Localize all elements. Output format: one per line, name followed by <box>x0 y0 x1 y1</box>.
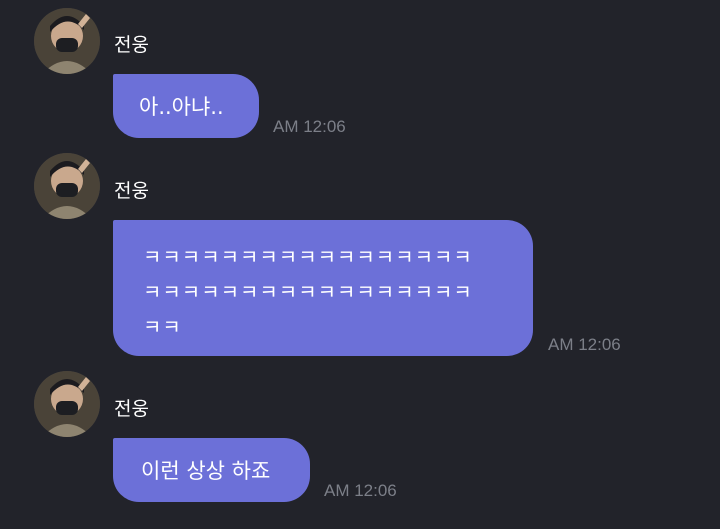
sender-name: 전웅 <box>114 180 149 202</box>
message-time: AM 12:06 <box>324 481 397 500</box>
message-time: AM 12:06 <box>273 117 346 136</box>
message-bubble[interactable]: 아..아냐.. <box>113 74 259 138</box>
bubble-tail <box>113 74 127 88</box>
sender-name: 전웅 <box>114 398 149 420</box>
avatar-image <box>34 153 100 219</box>
message-text: 이런 상상 하죠 <box>141 459 271 483</box>
message-text: ㅋㅋㅋㅋㅋㅋㅋㅋㅋㅋㅋㅋㅋㅋㅋㅋㅋ ㅋㅋㅋㅋㅋㅋㅋㅋㅋㅋㅋㅋㅋㅋㅋㅋㅋ ㅋㅋ <box>143 245 473 339</box>
sender-name: 전웅 <box>114 34 149 56</box>
message-bubble[interactable]: ㅋㅋㅋㅋㅋㅋㅋㅋㅋㅋㅋㅋㅋㅋㅋㅋㅋ ㅋㅋㅋㅋㅋㅋㅋㅋㅋㅋㅋㅋㅋㅋㅋㅋㅋ ㅋㅋ <box>113 220 533 356</box>
avatar-image <box>34 8 100 74</box>
avatar[interactable] <box>34 8 100 74</box>
message-text: 아..아냐.. <box>139 95 224 119</box>
bubble-tail <box>113 438 127 452</box>
avatar[interactable] <box>34 153 100 219</box>
avatar[interactable] <box>34 371 100 437</box>
message-bubble[interactable]: 이런 상상 하죠 <box>113 438 310 502</box>
bubble-tail <box>113 220 127 234</box>
message-time: AM 12:06 <box>548 335 621 354</box>
avatar-image <box>34 371 100 437</box>
